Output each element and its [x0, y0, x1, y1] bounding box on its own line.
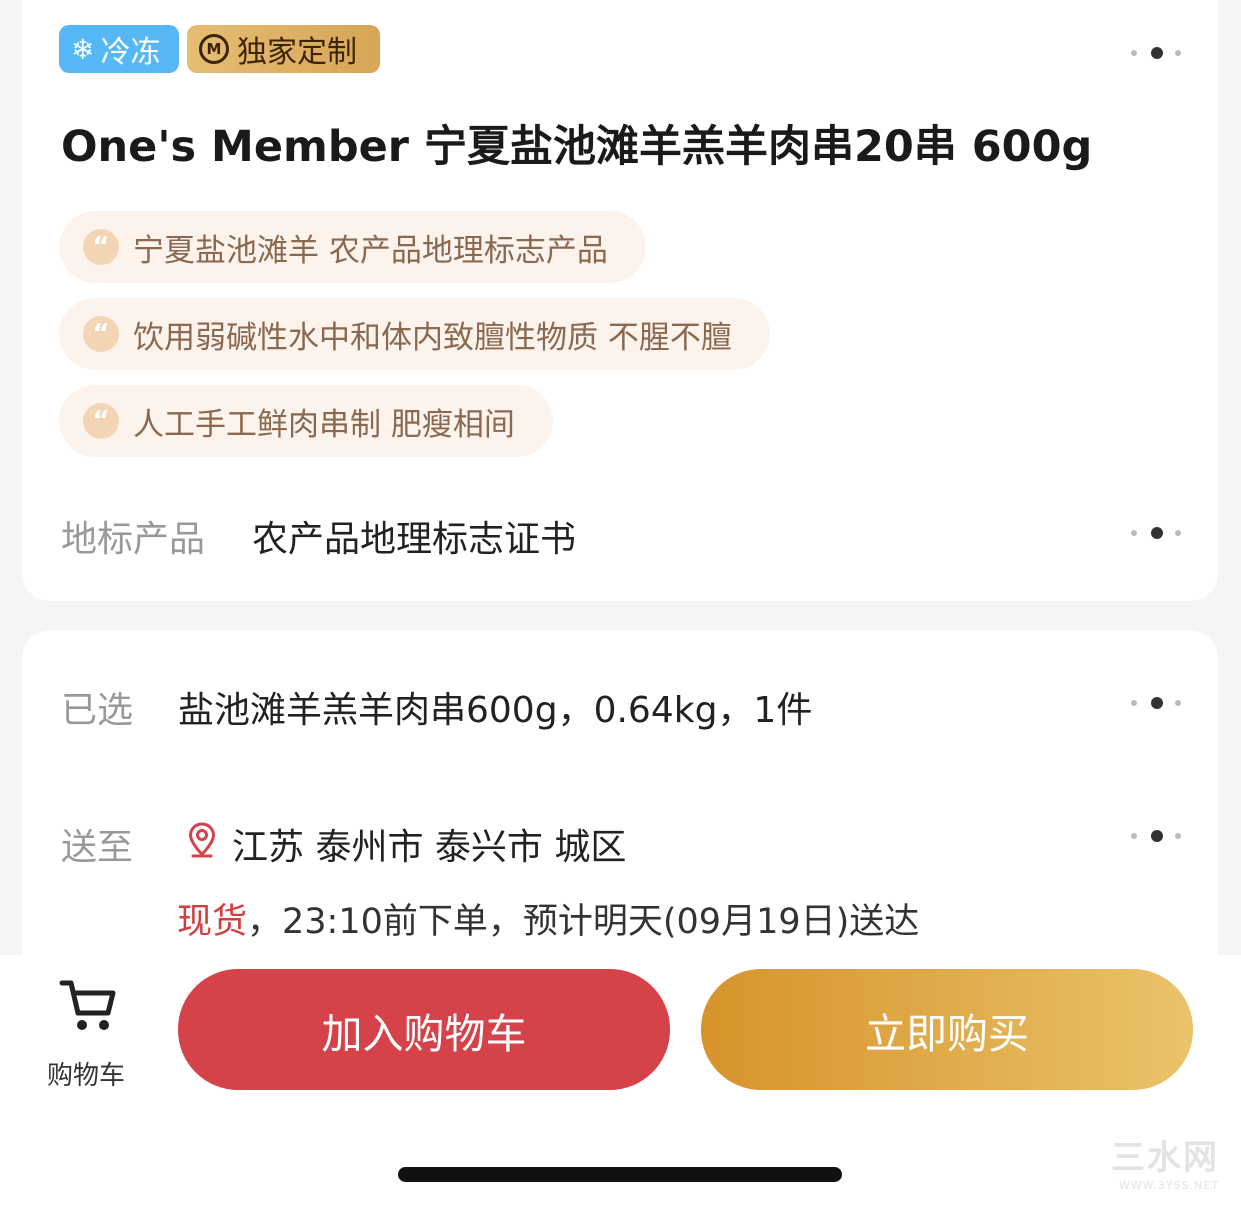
delivery-estimate: 现货，23:10前下单，预计明天(09月19日)送达 — [177, 893, 919, 944]
exclusive-badge: M 独家定制 — [187, 25, 380, 73]
feature-tag: “ 饮用弱碱性水中和体内致膻性物质 不腥不膻 — [59, 298, 770, 370]
product-title: One's Member 宁夏盐池滩羊羔羊肉串20串 600g — [61, 122, 1093, 172]
watermark: 三水网 WWW.3YSS.NET — [1111, 1130, 1219, 1192]
exclusive-badge-label: 独家定制 — [237, 35, 357, 70]
add-to-cart-button[interactable]: 加入购物车 — [178, 969, 670, 1090]
ship-label: 送至 — [61, 827, 134, 868]
quote-icon: “ — [83, 229, 119, 265]
feature-tag: “ 人工手工鲜肉串制 肥瘦相间 — [59, 385, 553, 457]
geo-more-icon[interactable] — [1131, 525, 1181, 541]
ship-address[interactable]: 江苏 泰州市 泰兴市 城区 — [232, 818, 626, 870]
location-pin-icon — [188, 822, 216, 858]
geo-certificate-link[interactable]: 农产品地理标志证书 — [252, 510, 576, 562]
feature-text: 宁夏盐池滩羊 农产品地理标志产品 — [133, 232, 608, 269]
selected-spec[interactable]: 盐池滩羊羔羊肉串600g，0.64kg，1件 — [178, 681, 812, 733]
selected-label: 已选 — [61, 690, 134, 731]
feature-text: 人工手工鲜肉串制 肥瘦相间 — [133, 406, 515, 443]
feature-text: 饮用弱碱性水中和体内致膻性物质 不腥不膻 — [133, 319, 732, 356]
more-icon[interactable] — [1131, 45, 1181, 61]
snowflake-icon: ❄ — [71, 32, 95, 66]
home-indicator[interactable] — [398, 1167, 842, 1182]
brand-coin-icon: M — [199, 34, 229, 64]
geo-label: 地标产品 — [61, 519, 206, 560]
cart-label[interactable]: 购物车 — [47, 1055, 125, 1092]
feature-tag: “ 宁夏盐池滩羊 农产品地理标志产品 — [59, 211, 646, 283]
quote-icon: “ — [83, 403, 119, 439]
address-more-icon[interactable] — [1131, 828, 1181, 844]
spec-more-icon[interactable] — [1131, 695, 1181, 711]
quote-icon: “ — [83, 316, 119, 352]
frozen-badge: ❄ 冷冻 — [59, 25, 179, 73]
buy-now-button[interactable]: 立即购买 — [701, 969, 1193, 1090]
watermark-url: WWW.3YSS.NET — [1119, 1179, 1219, 1192]
frozen-badge-label: 冷冻 — [100, 35, 161, 70]
watermark-brand: 三水网 — [1111, 1138, 1219, 1178]
delivery-text: ，23:10前下单，预计明天(09月19日)送达 — [247, 902, 920, 942]
stock-status: 现货 — [177, 902, 248, 942]
cart-icon[interactable] — [58, 975, 120, 1037]
